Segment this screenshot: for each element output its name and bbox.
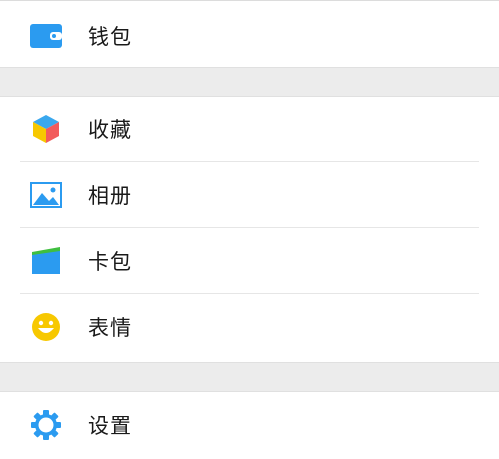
menu-item-wallet[interactable]: 钱包 — [0, 3, 499, 69]
menu-item-settings[interactable]: 设置 — [0, 392, 499, 458]
card-holder-icon — [30, 245, 62, 277]
photo-icon — [30, 179, 62, 211]
menu-item-label: 设置 — [88, 414, 132, 438]
me-screen: 钱包 收藏 相册 卡包 表情 设置 — [0, 0, 499, 459]
wallet-group: 钱包 — [0, 0, 499, 68]
gear-icon — [30, 409, 62, 441]
menu-item-label: 表情 — [88, 316, 132, 340]
group-bottom-divider — [0, 362, 499, 363]
menu-item-stickers[interactable]: 表情 — [0, 294, 499, 360]
menu-item-label: 相册 — [88, 184, 132, 208]
menu-item-label: 卡包 — [88, 250, 132, 274]
menu-item-cards[interactable]: 卡包 — [0, 228, 499, 294]
tools-group: 收藏 相册 卡包 表情 — [0, 96, 499, 363]
menu-item-favorites[interactable]: 收藏 — [0, 96, 499, 162]
menu-item-label: 收藏 — [88, 118, 132, 142]
menu-item-label: 钱包 — [88, 25, 132, 49]
cube-icon — [30, 113, 62, 145]
group-bottom-divider — [0, 67, 499, 68]
wallet-icon — [30, 20, 62, 52]
settings-group: 设置 — [0, 391, 499, 459]
top-divider — [0, 0, 499, 1]
smiley-icon — [30, 311, 62, 343]
menu-item-album[interactable]: 相册 — [0, 162, 499, 228]
